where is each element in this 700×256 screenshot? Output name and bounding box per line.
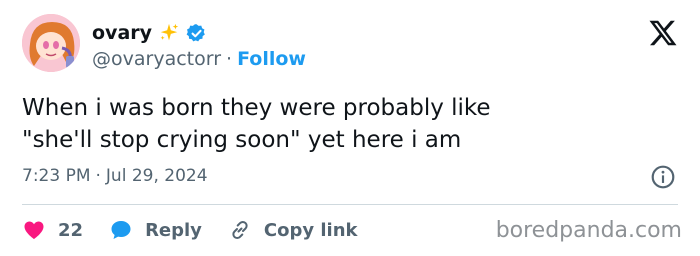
copy-link-button[interactable]: Copy link <box>228 218 358 242</box>
follow-button[interactable]: Follow <box>237 48 306 70</box>
handle-row: @ovaryactorr · Follow <box>92 48 306 70</box>
avatar[interactable] <box>22 14 80 72</box>
x-logo-icon[interactable] <box>648 18 678 48</box>
like-button[interactable]: 22 <box>22 218 83 242</box>
verified-badge-icon[interactable] <box>186 23 207 44</box>
avatar-image <box>22 14 80 72</box>
tweet-text-line-2: "she'll stop crying soon" yet here i am <box>22 127 462 153</box>
reply-bubble-icon <box>111 221 131 239</box>
like-count: 22 <box>58 219 84 241</box>
tweet-date: Jul 29, 2024 <box>105 166 208 186</box>
link-icon <box>232 220 248 240</box>
heart-icon <box>24 221 44 239</box>
tweet-time: 7:23 PM <box>22 166 91 186</box>
meta-separator: · <box>95 166 101 186</box>
name-row: ovary <box>92 22 207 44</box>
tweet-text: When i was born they were probably like … <box>22 92 662 156</box>
watermark: boredpanda.com <box>495 218 682 243</box>
tweet-timestamp[interactable]: 7:23 PM · Jul 29, 2024 <box>22 166 208 186</box>
user-handle[interactable]: @ovaryactorr <box>92 48 221 70</box>
divider <box>22 204 678 205</box>
tweet-header: ovary @ovaryactorr · Follow <box>22 14 678 84</box>
info-icon[interactable] <box>650 164 676 190</box>
sparkle-icon <box>160 23 179 41</box>
action-bar: 22 Reply Copy link <box>22 216 384 244</box>
reply-label: Reply <box>145 219 202 241</box>
reply-button[interactable]: Reply <box>109 218 202 242</box>
separator-dot: · <box>226 48 233 70</box>
tweet-text-line-1: When i was born they were probably like <box>22 95 491 121</box>
copy-link-label: Copy link <box>263 219 358 241</box>
display-name[interactable]: ovary <box>92 22 152 44</box>
